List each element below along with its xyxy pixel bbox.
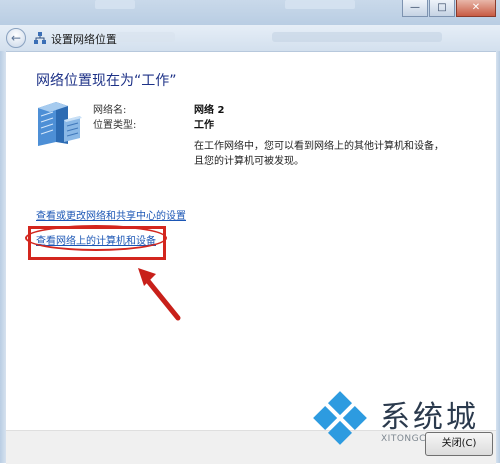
- annotation-ellipse: [25, 225, 167, 251]
- background-window-blur: [272, 32, 442, 42]
- maximize-button[interactable]: □: [429, 0, 455, 17]
- watermark-brand: 系统城: [380, 400, 479, 435]
- window-title: 设置网络位置: [51, 33, 117, 46]
- window-frame-right: [496, 51, 500, 463]
- close-button[interactable]: 关闭(C): [425, 432, 493, 456]
- network-icon: [34, 32, 46, 44]
- sharing-center-link[interactable]: 查看或更改网络和共享中心的设置: [36, 207, 186, 222]
- red-arrow-icon: [138, 268, 181, 321]
- navigation-bar: ← 设置网络位置: [0, 25, 500, 52]
- network-name-value: 网络 2: [194, 105, 225, 116]
- location-type-label: 位置类型:: [93, 120, 137, 131]
- window-controls: — □ ✕: [402, 0, 496, 17]
- background-window-blur: [285, 0, 355, 9]
- watermark-logo-icon: [313, 391, 367, 445]
- back-arrow-icon: ←: [10, 31, 22, 45]
- location-description: 在工作网络中，您可以看到网络上的其他计算机和设备，且您的计算机可被发现。: [194, 141, 444, 167]
- background-window-blur: [95, 0, 135, 9]
- close-window-button[interactable]: ✕: [456, 0, 496, 17]
- server-icon: [38, 102, 82, 146]
- back-button[interactable]: ←: [6, 28, 26, 48]
- background-window-blur: [115, 32, 175, 42]
- minimize-button[interactable]: —: [402, 0, 428, 17]
- network-info: 网络名: 网络 2 位置类型: 工作: [93, 101, 224, 131]
- title-bar: — □ ✕: [0, 0, 500, 25]
- location-type-value: 工作: [194, 120, 214, 131]
- main-content: 网络位置现在为“工作” 网络名: 网络 2 位置类型: 工作 在工作网络中，您可…: [6, 52, 496, 430]
- page-title: 网络位置现在为“工作”: [36, 73, 177, 89]
- network-name-label: 网络名:: [93, 105, 127, 116]
